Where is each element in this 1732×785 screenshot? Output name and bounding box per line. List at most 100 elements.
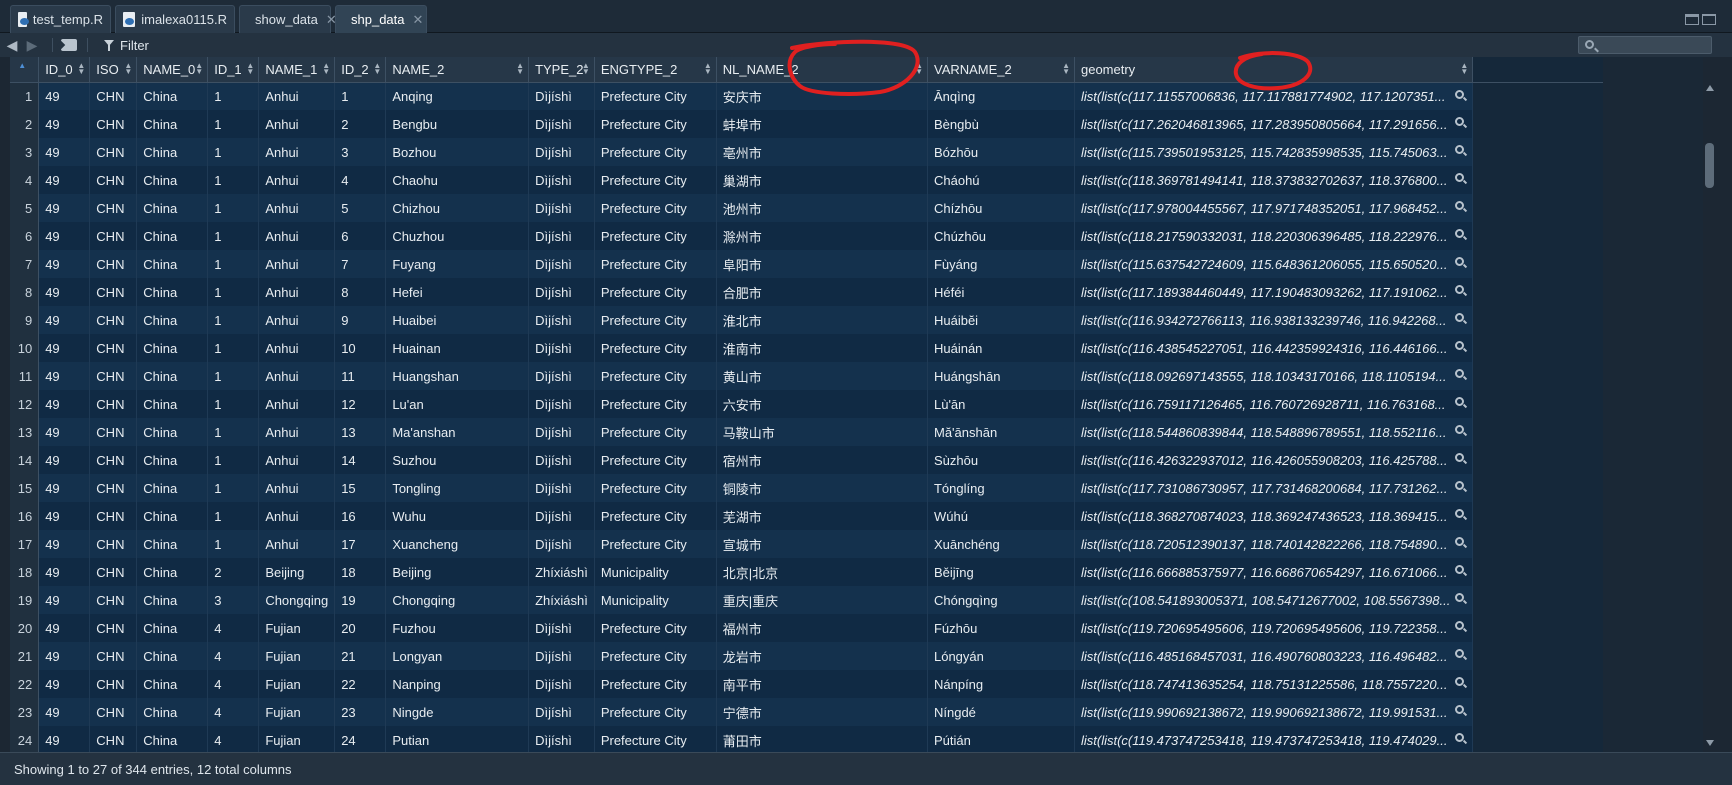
sort-arrows-icon[interactable]: ▲ ▼ (322, 62, 330, 76)
table-row[interactable]: 12 49 CHN China 1 Anhui 12 Lu'an Dìjíshì Prefectu… (10, 390, 1603, 418)
cell-geometry[interactable]: list(list(c(116.666885375977, 116.668670… (1074, 558, 1474, 586)
view-geometry-icon[interactable] (1455, 453, 1465, 462)
cell-geometry[interactable]: list(list(c(116.485168457031, 116.490760… (1074, 642, 1474, 670)
view-geometry-icon[interactable] (1455, 229, 1465, 238)
cell-geometry[interactable]: list(list(c(115.637542724609, 115.648361… (1074, 250, 1474, 278)
cell-geometry[interactable]: list(list(c(117.262046813965, 117.283950… (1074, 110, 1474, 138)
scroll-down-icon[interactable] (1706, 740, 1714, 746)
table-row[interactable]: 5 49 CHN China 1 Anhui 5 Chizhou Dìjíshì Prefectu… (10, 194, 1603, 222)
cell-geometry[interactable]: list(list(c(116.426322937012, 116.426055… (1074, 446, 1474, 474)
table-row[interactable]: 3 49 CHN China 1 Anhui 3 Bozhou Dìjíshì Prefectur… (10, 138, 1603, 166)
cell-geometry[interactable]: list(list(c(117.11557006836, 117.1178817… (1074, 82, 1474, 110)
table-row[interactable]: 6 49 CHN China 1 Anhui 6 Chuzhou Dìjíshì Prefectu… (10, 222, 1603, 250)
cell-geometry[interactable]: list(list(c(118.369781494141, 118.373832… (1074, 166, 1474, 194)
cell-geometry[interactable]: list(list(c(118.720512390137, 118.740142… (1074, 530, 1474, 558)
view-geometry-icon[interactable] (1455, 481, 1465, 490)
view-geometry-icon[interactable] (1455, 425, 1465, 434)
sort-arrows-icon[interactable]: ▲ ▼ (704, 62, 712, 76)
cell-geometry[interactable]: list(list(c(117.189384460449, 117.190483… (1074, 278, 1474, 306)
sort-arrows-icon[interactable]: ▲ ▼ (1460, 62, 1468, 76)
tab-show-data[interactable]: show_data ✕ (239, 5, 337, 84)
table-row[interactable]: 7 49 CHN China 1 Anhui 7 Fuyang Dìjíshì Prefectur… (10, 250, 1603, 278)
sort-arrows-icon[interactable]: ▲ ▼ (195, 62, 203, 76)
column-header-iso[interactable]: ISO ▲ ▼ (89, 57, 138, 83)
maximize-pane-icon[interactable] (1702, 14, 1716, 25)
cell-geometry[interactable]: list(list(c(115.739501953125, 115.742835… (1074, 138, 1474, 166)
table-row[interactable]: 18 49 CHN China 2 Beijing 18 Beijing Zhíxiáshì Mu… (10, 558, 1603, 586)
cell-geometry[interactable]: list(list(c(108.541893005371, 108.547126… (1074, 586, 1474, 614)
tab-imalexa0115-r[interactable]: imalexa0115.R (115, 5, 235, 33)
view-geometry-icon[interactable] (1455, 705, 1465, 714)
cell-geometry[interactable]: list(list(c(118.092697143555, 118.103431… (1074, 362, 1474, 390)
column-header-id-2[interactable]: ID_2 ▲ ▼ (334, 57, 387, 83)
cell-geometry[interactable]: list(list(c(119.473747253418, 119.473747… (1074, 726, 1474, 752)
table-row[interactable]: 1 49 CHN China 1 Anhui 1 Anqing Dìjíshì Prefectur… (10, 82, 1603, 110)
view-geometry-icon[interactable] (1455, 565, 1465, 574)
view-geometry-icon[interactable] (1455, 397, 1465, 406)
column-header-geometry[interactable]: geometry ▲ ▼ (1074, 57, 1474, 83)
column-header-type-2[interactable]: TYPE_2 ▲ ▼ (528, 57, 595, 83)
view-geometry-icon[interactable] (1455, 537, 1465, 546)
cell-geometry[interactable]: list(list(c(117.978004455567, 117.971748… (1074, 194, 1474, 222)
table-row[interactable]: 14 49 CHN China 1 Anhui 14 Suzhou Dìjíshì Prefect… (10, 446, 1603, 474)
view-geometry-icon[interactable] (1455, 509, 1465, 518)
sort-arrows-icon[interactable]: ▲ ▼ (915, 62, 923, 76)
sort-arrows-icon[interactable]: ▲ ▼ (516, 62, 524, 76)
column-header-engtype-2[interactable]: ENGTYPE_2 ▲ ▼ (594, 57, 717, 83)
cell-geometry[interactable]: list(list(c(116.934272766113, 116.938133… (1074, 306, 1474, 334)
sort-arrows-icon[interactable]: ▲ ▼ (373, 62, 381, 76)
forward-arrow-icon[interactable]: ▶ (24, 38, 40, 52)
column-header-varname-2[interactable]: VARNAME_2 ▲ ▼ (927, 57, 1075, 83)
cell-geometry[interactable]: list(list(c(116.438545227051, 116.442359… (1074, 334, 1474, 362)
column-header-name-0[interactable]: NAME_0 ▲ ▼ (136, 57, 209, 83)
view-geometry-icon[interactable] (1455, 285, 1465, 294)
column-header-nl-name-2[interactable]: NL_NAME_2 ▲ ▼ (716, 57, 928, 83)
table-row[interactable]: 22 49 CHN China 4 Fujian 22 Nanping Dìjíshì Prefe… (10, 670, 1603, 698)
view-geometry-icon[interactable] (1455, 145, 1465, 154)
view-geometry-icon[interactable] (1455, 117, 1465, 126)
column-header-name-2[interactable]: NAME_2 ▲ ▼ (385, 57, 530, 83)
cell-geometry[interactable]: list(list(c(118.544860839844, 118.548896… (1074, 418, 1474, 446)
tab-test-temp-r[interactable]: test_temp.R (10, 5, 111, 33)
view-geometry-icon[interactable] (1455, 369, 1465, 378)
pop-out-window-icon[interactable] (61, 39, 77, 51)
back-arrow-icon[interactable]: ◀ (4, 38, 20, 52)
view-geometry-icon[interactable] (1455, 341, 1465, 350)
scrollbar-thumb[interactable] (1705, 143, 1714, 188)
table-row[interactable]: 4 49 CHN China 1 Anhui 4 Chaohu Dìjíshì Prefectur… (10, 166, 1603, 194)
sort-arrows-icon[interactable]: ▲ ▼ (77, 62, 85, 76)
sort-arrows-icon[interactable]: ▲ ▼ (246, 62, 254, 76)
view-geometry-icon[interactable] (1455, 173, 1465, 182)
cell-geometry[interactable]: list(list(c(119.990692138672, 119.990692… (1074, 698, 1474, 726)
table-row[interactable]: 19 49 CHN China 3 Chongqing 19 Chongqing Zhíxiás… (10, 586, 1603, 614)
table-row[interactable]: 11 49 CHN China 1 Anhui 11 Huangshan Dìjíshì Pref… (10, 362, 1603, 390)
column-header-id-0[interactable]: ID_0 ▲ ▼ (38, 57, 91, 83)
column-header-row-number[interactable]: ▲ (10, 57, 40, 83)
view-geometry-icon[interactable] (1455, 89, 1465, 99)
sort-arrows-icon[interactable]: ▲ ▼ (124, 62, 132, 76)
table-row[interactable]: 17 49 CHN China 1 Anhui 17 Xuancheng Dìjíshì Pref… (10, 530, 1603, 558)
sort-arrows-icon[interactable]: ▲ (18, 62, 26, 70)
column-header-name-1[interactable]: NAME_1 ▲ ▼ (258, 57, 336, 83)
close-icon[interactable]: ✕ (413, 12, 424, 28)
scroll-up-icon[interactable] (1706, 85, 1714, 91)
cell-geometry[interactable]: list(list(c(119.720695495606, 119.720695… (1074, 614, 1474, 642)
filter-button[interactable]: Filter (104, 38, 149, 53)
view-geometry-icon[interactable] (1455, 201, 1465, 210)
tab-shp-data[interactable]: shp_data ✕ (335, 5, 427, 84)
table-row[interactable]: 23 49 CHN China 4 Fujian 23 Ningde Dìjíshì Prefec… (10, 698, 1603, 726)
table-row[interactable]: 8 49 CHN China 1 Anhui 8 Hefei Dìjíshì Prefecture… (10, 278, 1603, 306)
view-geometry-icon[interactable] (1455, 677, 1465, 686)
table-row[interactable]: 16 49 CHN China 1 Anhui 16 Wuhu Dìjíshì Prefectur… (10, 502, 1603, 530)
table-row[interactable]: 13 49 CHN China 1 Anhui 13 Ma'anshan Dìjíshì Pref… (10, 418, 1603, 446)
view-geometry-icon[interactable] (1455, 621, 1465, 630)
table-row[interactable]: 10 49 CHN China 1 Anhui 10 Huainan Dìjíshì Prefec… (10, 334, 1603, 362)
view-geometry-icon[interactable] (1455, 649, 1465, 658)
table-row[interactable]: 24 49 CHN China 4 Fujian 24 Putian Dìjíshì Prefec… (10, 726, 1603, 752)
table-row[interactable]: 20 49 CHN China 4 Fujian 20 Fuzhou Dìjíshì Prefec… (10, 614, 1603, 642)
cell-geometry[interactable]: list(list(c(116.759117126465, 116.760726… (1074, 390, 1474, 418)
column-header-id-1[interactable]: ID_1 ▲ ▼ (207, 57, 260, 83)
minimize-pane-icon[interactable] (1685, 14, 1699, 25)
table-row[interactable]: 21 49 CHN China 4 Fujian 21 Longyan Dìjíshì Prefe… (10, 642, 1603, 670)
view-geometry-icon[interactable] (1455, 257, 1465, 266)
